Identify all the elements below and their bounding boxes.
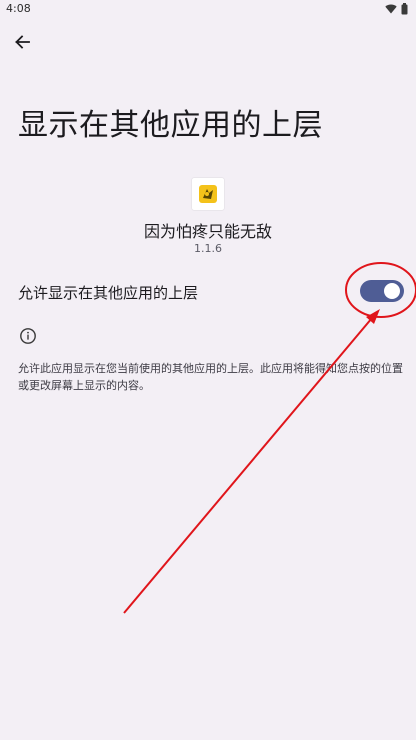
status-time: 4:08 xyxy=(6,2,31,15)
back-button[interactable] xyxy=(10,30,34,54)
page-title: 显示在其他应用的上层 xyxy=(18,108,323,143)
app-icon xyxy=(192,178,224,210)
status-bar: 4:08 xyxy=(0,0,416,20)
arrow-back-icon xyxy=(15,35,30,49)
status-icons xyxy=(385,3,408,15)
annotation-arrow-head xyxy=(366,309,380,324)
battery-icon xyxy=(401,3,408,15)
wifi-icon xyxy=(385,4,397,14)
permission-description: 允许此应用显示在您当前使用的其他应用的上层。此应用将能得知您点按的位置或更改屏幕… xyxy=(18,362,403,392)
app-logo-icon xyxy=(199,185,217,203)
app-name: 因为怕疼只能无敌 xyxy=(143,222,272,241)
permission-toggle-label[interactable]: 允许显示在其他应用的上层 xyxy=(18,282,198,303)
info-icon xyxy=(20,328,36,344)
permission-toggle-switch[interactable] xyxy=(360,280,404,302)
toggle-thumb xyxy=(384,283,400,299)
app-version: 1.1.6 xyxy=(194,242,222,255)
